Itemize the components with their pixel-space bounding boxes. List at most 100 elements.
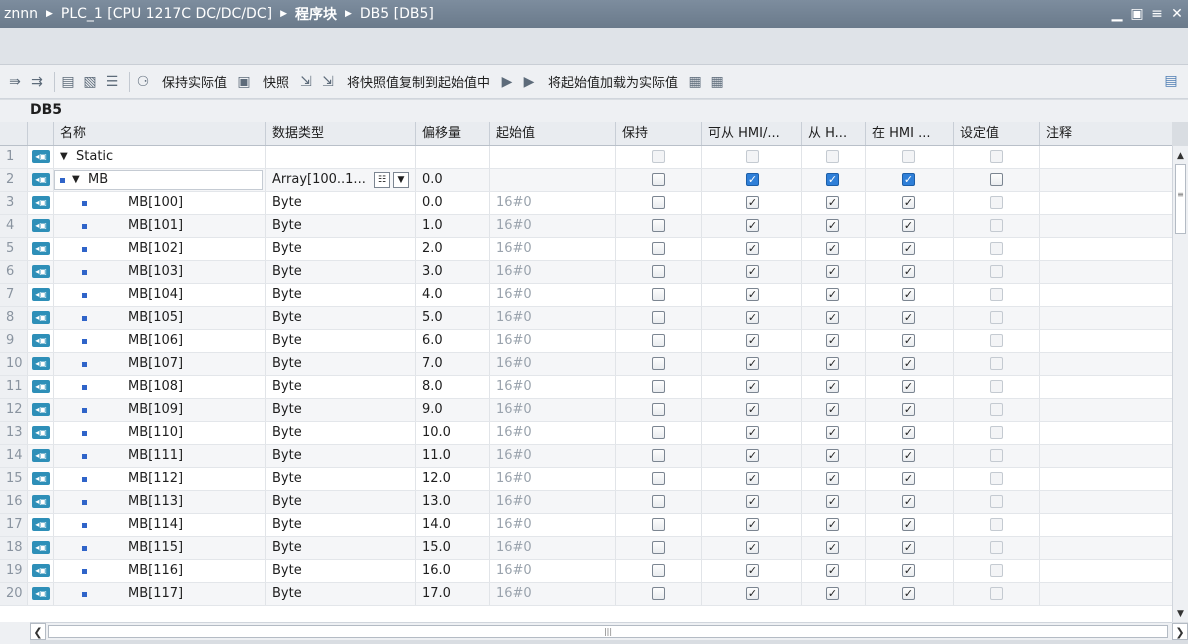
datatype-dropdown-icon[interactable]: ▼	[393, 172, 409, 188]
start-value-cell[interactable]	[490, 146, 616, 168]
comment-cell[interactable]	[1040, 399, 1172, 421]
name-cell[interactable]: MB[117]	[54, 583, 266, 605]
copy-snapshot-all-icon[interactable]: ⇲	[319, 70, 337, 94]
datatype-cell[interactable]: Byte	[266, 445, 416, 467]
snapshot-button[interactable]: 快照	[263, 70, 289, 94]
name-cell[interactable]: MB[107]	[54, 353, 266, 375]
checkbox[interactable]: ✓	[746, 196, 759, 209]
checkbox[interactable]	[652, 242, 665, 255]
checkbox[interactable]: ✓	[902, 288, 915, 301]
datatype-cell[interactable]: Byte	[266, 422, 416, 444]
checkbox[interactable]: ✓	[826, 587, 839, 600]
checkbox[interactable]: ✓	[826, 449, 839, 462]
name-cell[interactable]: MB[105]	[54, 307, 266, 329]
checkbox[interactable]	[652, 541, 665, 554]
start-value-cell[interactable]: 16#0	[490, 215, 616, 237]
checkbox[interactable]	[990, 380, 1003, 393]
add-row-icon[interactable]: ⇉	[28, 70, 46, 94]
checkbox[interactable]: ✓	[746, 288, 759, 301]
table-row[interactable]: 6 ◂▣ MB[103] Byte 3.0 16#0 ✓ ✓ ✓	[0, 261, 1172, 284]
checkbox[interactable]: ✓	[746, 242, 759, 255]
checkbox[interactable]	[990, 173, 1003, 186]
breadcrumb-db[interactable]: DB5 [DB5]	[360, 6, 434, 22]
datatype-cell[interactable]: Byte	[266, 560, 416, 582]
comment-cell[interactable]	[1040, 146, 1172, 168]
datatype-cell[interactable]	[266, 146, 416, 168]
checkbox[interactable]: ✓	[902, 426, 915, 439]
checkbox[interactable]: ✓	[902, 449, 915, 462]
checkbox[interactable]	[652, 380, 665, 393]
scroll-down-icon[interactable]: ▼	[1173, 606, 1188, 622]
table-row[interactable]: 18 ◂▣ MB[115] Byte 15.0 16#0 ✓ ✓ ✓	[0, 537, 1172, 560]
comment-cell[interactable]	[1040, 468, 1172, 490]
checkbox[interactable]: ✓	[826, 196, 839, 209]
checkbox[interactable]: ✓	[902, 587, 915, 600]
start-value-cell[interactable]: 16#0	[490, 376, 616, 398]
restore-icon[interactable]: ▣	[1130, 6, 1144, 22]
monitor-icon[interactable]: ⚆	[134, 70, 152, 94]
checkbox[interactable]: ✓	[826, 495, 839, 508]
name-cell[interactable]: MB[104]	[54, 284, 266, 306]
start-value-cell[interactable]: 16#0	[490, 192, 616, 214]
table-row[interactable]: 5 ◂▣ MB[102] Byte 2.0 16#0 ✓ ✓ ✓	[0, 238, 1172, 261]
close-icon[interactable]: ✕	[1170, 6, 1184, 22]
name-cell[interactable]: MB[100]	[54, 192, 266, 214]
row-number[interactable]: 8	[0, 307, 28, 329]
checkbox[interactable]	[652, 265, 665, 278]
checkbox[interactable]	[990, 311, 1003, 324]
checkbox[interactable]: ✓	[902, 518, 915, 531]
array-details-icon[interactable]: ☷	[374, 172, 390, 188]
scroll-right-icon[interactable]: ❯	[1172, 623, 1188, 640]
datatype-cell[interactable]: Byte	[266, 514, 416, 536]
checkbox[interactable]: ✓	[746, 173, 759, 186]
table-row[interactable]: 13 ◂▣ MB[110] Byte 10.0 16#0 ✓ ✓ ✓	[0, 422, 1172, 445]
hscroll-thumb[interactable]: |||	[48, 625, 1168, 638]
checkbox[interactable]: ✓	[902, 265, 915, 278]
checkbox[interactable]: ✓	[746, 564, 759, 577]
datatype-cell[interactable]: Byte	[266, 238, 416, 260]
checkbox[interactable]	[990, 265, 1003, 278]
checkbox[interactable]	[990, 403, 1003, 416]
comment-cell[interactable]	[1040, 445, 1172, 467]
list-icon[interactable]: ☰	[103, 70, 121, 94]
table-row[interactable]: 15 ◂▣ MB[112] Byte 12.0 16#0 ✓ ✓ ✓	[0, 468, 1172, 491]
embed-icon[interactable]: ≡	[1150, 6, 1164, 22]
datatype-cell[interactable]: Byte	[266, 491, 416, 513]
checkbox[interactable]: ✓	[902, 242, 915, 255]
col-retain[interactable]: 保持	[616, 122, 702, 145]
datatype-cell[interactable]: Byte	[266, 330, 416, 352]
col-datatype[interactable]: 数据类型	[266, 122, 416, 145]
checkbox[interactable]: ✓	[826, 265, 839, 278]
checkbox[interactable]	[652, 495, 665, 508]
checkbox[interactable]: ✓	[902, 380, 915, 393]
start-value-cell[interactable]: 16#0	[490, 468, 616, 490]
breadcrumb-program-blocks[interactable]: 程序块	[295, 4, 337, 24]
checkbox[interactable]	[652, 403, 665, 416]
row-number[interactable]: 16	[0, 491, 28, 513]
checkbox[interactable]	[990, 518, 1003, 531]
table-row[interactable]: 4 ◂▣ MB[101] Byte 1.0 16#0 ✓ ✓ ✓	[0, 215, 1172, 238]
load-start-as-actual-button[interactable]: 将起始值加载为实际值	[548, 70, 678, 94]
keep-actual-values-button[interactable]: 保持实际值	[162, 70, 227, 94]
collapse-triangle-icon[interactable]: ▼	[60, 146, 68, 168]
table-row[interactable]: 17 ◂▣ MB[114] Byte 14.0 16#0 ✓ ✓ ✓	[0, 514, 1172, 537]
snapshot-db-icon[interactable]: ▣	[235, 70, 253, 94]
col-comment[interactable]: 注释	[1040, 122, 1172, 145]
col-name[interactable]: 名称	[54, 122, 266, 145]
checkbox[interactable]	[902, 150, 915, 163]
collapse-all-icon[interactable]: ▧	[81, 70, 99, 94]
checkbox[interactable]: ✓	[746, 587, 759, 600]
table-row[interactable]: 9 ◂▣ MB[106] Byte 6.0 16#0 ✓ ✓ ✓	[0, 330, 1172, 353]
comment-cell[interactable]	[1040, 422, 1172, 444]
col-hmi-write[interactable]: 从 H...	[802, 122, 866, 145]
checkbox[interactable]: ✓	[826, 541, 839, 554]
checkbox[interactable]: ✓	[746, 334, 759, 347]
checkbox[interactable]: ✓	[746, 265, 759, 278]
col-hmi-visible[interactable]: 在 HMI ...	[866, 122, 954, 145]
checkbox[interactable]: ✓	[902, 564, 915, 577]
copy-snapshot-to-start-button[interactable]: 将快照值复制到起始值中	[347, 70, 490, 94]
name-cell[interactable]: MB[109]	[54, 399, 266, 421]
vertical-scrollbar[interactable]: ▲ ≡ ▼	[1172, 146, 1188, 622]
row-number[interactable]: 11	[0, 376, 28, 398]
checkbox[interactable]	[990, 196, 1003, 209]
